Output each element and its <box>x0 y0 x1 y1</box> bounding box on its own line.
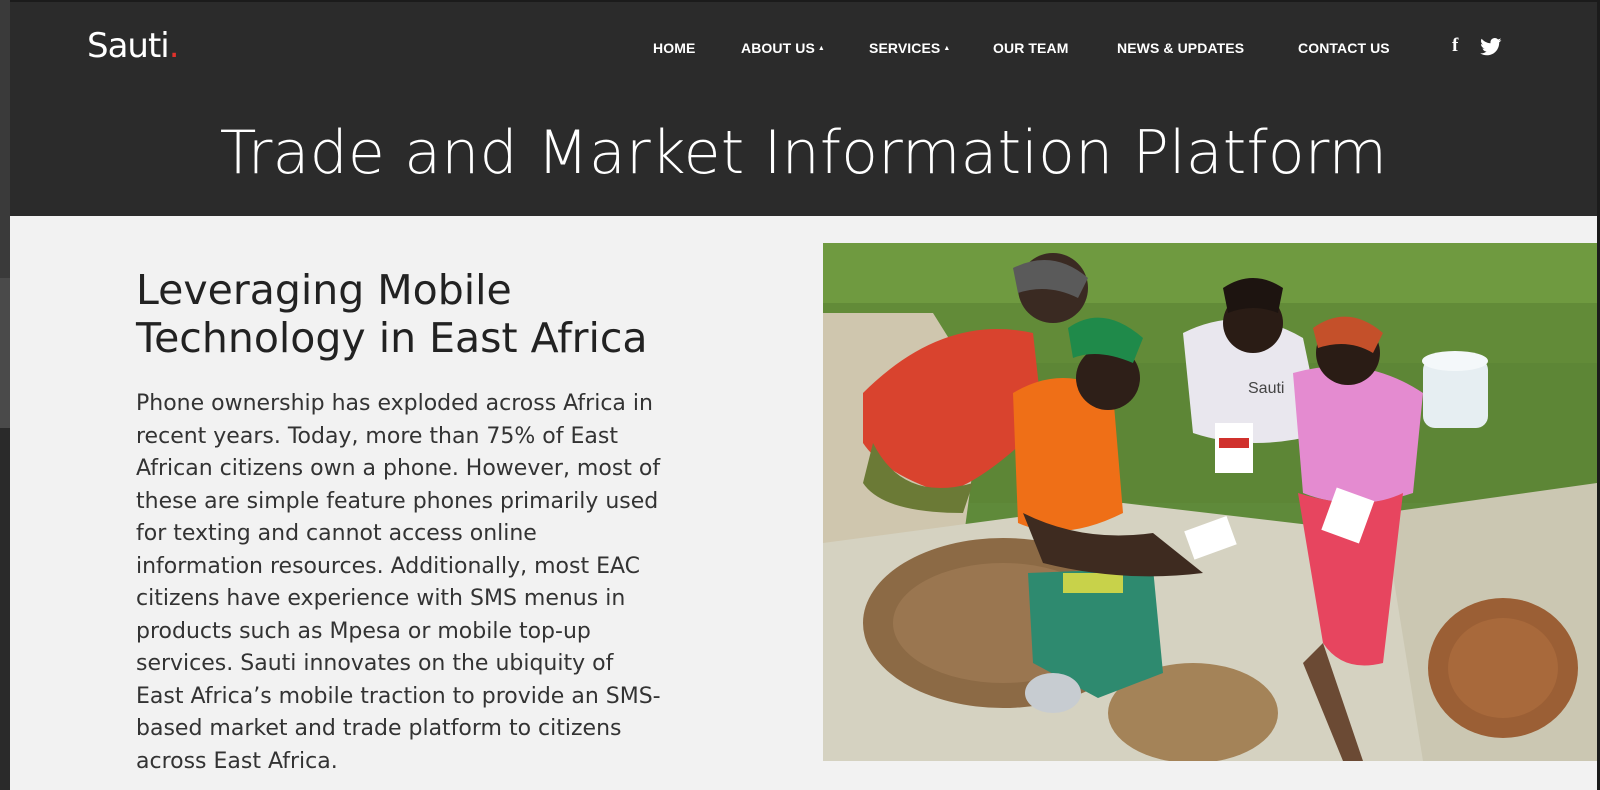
section-heading-line-1: Leveraging Mobile <box>136 266 512 314</box>
nav-news-updates-label: NEWS & UPDATES <box>1117 40 1245 56</box>
page-frame: Sauti. HOME ABOUT US ▲ SERVICES ▲ OUR TEAM… <box>10 2 1597 790</box>
twitter-icon[interactable] <box>1480 38 1502 62</box>
nav-contact-us-label: CONTACT US <box>1298 40 1390 56</box>
section-heading: Leveraging Mobile Technology in East Afr… <box>136 266 696 362</box>
nav-our-team[interactable]: OUR TEAM <box>993 40 1068 56</box>
window-edge <box>0 0 10 790</box>
nav-services-label: SERVICES <box>869 40 941 56</box>
nav-contact-us[interactable]: CONTACT US <box>1298 40 1390 56</box>
window-edge-upper <box>0 0 10 278</box>
nav-news-updates[interactable]: NEWS & UPDATES <box>1117 40 1244 56</box>
section-heading-line-2: Technology in East Africa <box>136 314 648 362</box>
twitter-bird-icon <box>1480 38 1502 56</box>
nav-services[interactable]: SERVICES ▲ <box>869 40 950 56</box>
intro-paragraph: Phone ownership has exploded across Afri… <box>136 391 661 774</box>
facebook-icon[interactable]: f <box>1452 35 1458 57</box>
window-edge-middle <box>0 278 10 428</box>
women-reading-phone-guides-photo: Sauti <box>823 243 1597 761</box>
nav-home-label: HOME <box>653 40 696 56</box>
nav-our-team-label: OUR TEAM <box>993 40 1069 56</box>
photo-illustration: Sauti <box>823 243 1597 761</box>
site-header: Sauti. HOME ABOUT US ▲ SERVICES ▲ OUR TEAM… <box>10 2 1597 216</box>
caret-up-icon: ▲ <box>943 45 951 52</box>
hero-title: Trade and Market Information Platform <box>219 118 1388 188</box>
nav-about-us-label: ABOUT US <box>741 40 815 56</box>
nav-about-us[interactable]: ABOUT US ▲ <box>741 40 825 56</box>
caret-up-icon: ▲ <box>817 45 825 52</box>
shirt-logo-text: Sauti <box>1248 380 1284 397</box>
nav-home[interactable]: HOME <box>653 40 695 56</box>
main-nav: HOME ABOUT US ▲ SERVICES ▲ OUR TEAM NEWS &… <box>10 40 1597 60</box>
